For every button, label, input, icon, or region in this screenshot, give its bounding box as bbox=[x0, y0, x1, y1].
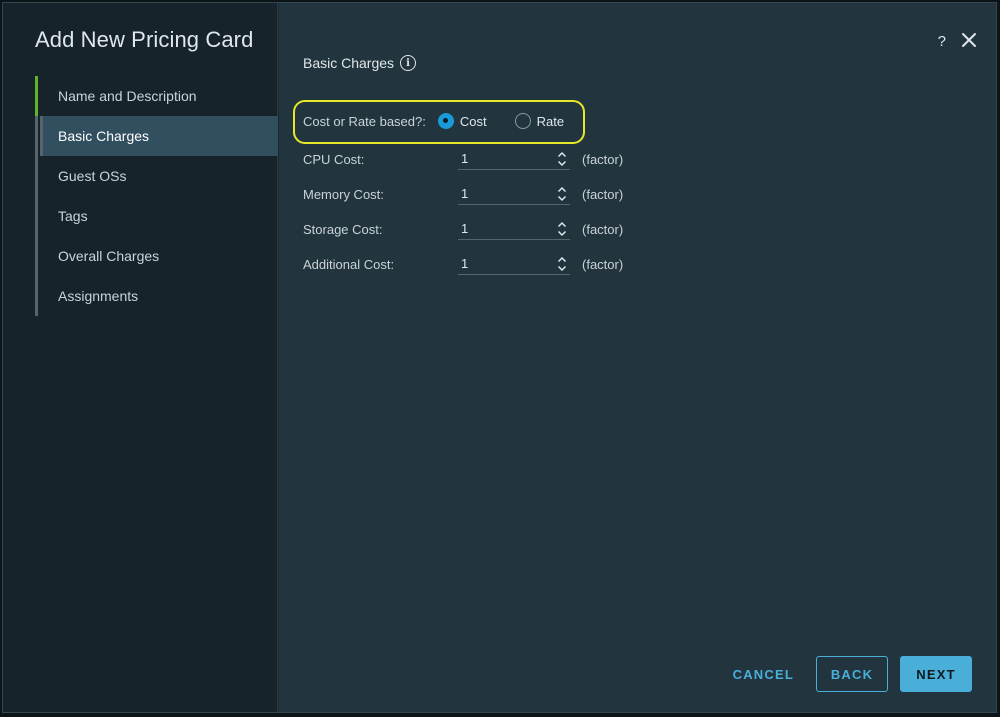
help-button[interactable]: ? bbox=[938, 33, 946, 50]
spinner-icon[interactable] bbox=[556, 185, 568, 203]
memory-cost-row: Memory Cost: 1 (factor) bbox=[303, 182, 623, 206]
cost-or-rate-group: Cost or Rate based?: Cost Rate bbox=[303, 113, 592, 129]
section-title: Basic Charges i bbox=[303, 55, 417, 71]
cpu-cost-value: 1 bbox=[461, 151, 469, 166]
storage-cost-unit: (factor) bbox=[582, 221, 624, 237]
radio-rate-label: Rate bbox=[536, 113, 565, 129]
wizard-title: Add New Pricing Card bbox=[35, 27, 254, 52]
wizard-footer: CANCEL BACK NEXT bbox=[723, 656, 972, 692]
step-basic-charges[interactable]: Basic Charges bbox=[35, 116, 278, 156]
close-icon[interactable] bbox=[960, 31, 978, 49]
step-label: Overall Charges bbox=[58, 248, 160, 264]
spinner-icon[interactable] bbox=[556, 150, 568, 168]
cancel-button[interactable]: CANCEL bbox=[723, 656, 804, 692]
step-label: Name and Description bbox=[58, 88, 197, 104]
next-button[interactable]: NEXT bbox=[900, 656, 972, 692]
storage-cost-label: Storage Cost: bbox=[303, 221, 383, 237]
storage-cost-input[interactable]: 1 bbox=[458, 218, 570, 240]
cost-or-rate-label: Cost or Rate based?: bbox=[303, 113, 426, 129]
radio-rate[interactable]: Rate bbox=[514, 113, 565, 129]
memory-cost-input[interactable]: 1 bbox=[458, 183, 570, 205]
radio-cost-selected-icon[interactable] bbox=[437, 113, 454, 129]
step-tags[interactable]: Tags bbox=[35, 196, 278, 236]
wizard-content: ? Basic Charges i Cost or Rate based?: C… bbox=[279, 3, 996, 712]
cpu-cost-row: CPU Cost: 1 (factor) bbox=[303, 147, 623, 171]
cpu-cost-input[interactable]: 1 bbox=[458, 148, 570, 170]
additional-cost-input[interactable]: 1 bbox=[458, 253, 570, 275]
radio-rate-unselected-icon[interactable] bbox=[514, 113, 531, 129]
spinner-icon[interactable] bbox=[556, 220, 568, 238]
additional-cost-value: 1 bbox=[461, 256, 469, 271]
additional-cost-unit: (factor) bbox=[582, 256, 624, 272]
wizard-steps: Name and Description Basic Charges Guest… bbox=[35, 76, 278, 316]
step-assignments[interactable]: Assignments bbox=[35, 276, 278, 316]
memory-cost-unit: (factor) bbox=[582, 186, 624, 202]
radio-cost[interactable]: Cost bbox=[437, 113, 487, 129]
step-label: Tags bbox=[58, 208, 88, 224]
step-label: Guest OSs bbox=[58, 168, 127, 184]
memory-cost-value: 1 bbox=[461, 186, 469, 201]
step-guest-oss[interactable]: Guest OSs bbox=[35, 156, 278, 196]
spinner-icon[interactable] bbox=[556, 255, 568, 273]
radio-cost-label: Cost bbox=[459, 113, 487, 129]
back-button[interactable]: BACK bbox=[816, 656, 888, 692]
step-label: Basic Charges bbox=[58, 128, 150, 144]
step-label: Assignments bbox=[58, 288, 139, 304]
cpu-cost-label: CPU Cost: bbox=[303, 151, 365, 167]
step-name-and-description[interactable]: Name and Description bbox=[35, 76, 278, 116]
additional-cost-row: Additional Cost: 1 (factor) bbox=[303, 252, 623, 276]
storage-cost-row: Storage Cost: 1 (factor) bbox=[303, 217, 623, 241]
cpu-cost-unit: (factor) bbox=[582, 151, 624, 167]
wizard-sidebar: Add New Pricing Card Name and Descriptio… bbox=[3, 3, 278, 712]
section-title-text: Basic Charges bbox=[303, 55, 395, 71]
memory-cost-label: Memory Cost: bbox=[303, 186, 384, 202]
step-overall-charges[interactable]: Overall Charges bbox=[35, 236, 278, 276]
storage-cost-value: 1 bbox=[461, 221, 469, 236]
pricing-card-wizard-dialog: Add New Pricing Card Name and Descriptio… bbox=[2, 2, 997, 713]
additional-cost-label: Additional Cost: bbox=[303, 256, 395, 272]
info-icon[interactable]: i bbox=[400, 55, 417, 71]
